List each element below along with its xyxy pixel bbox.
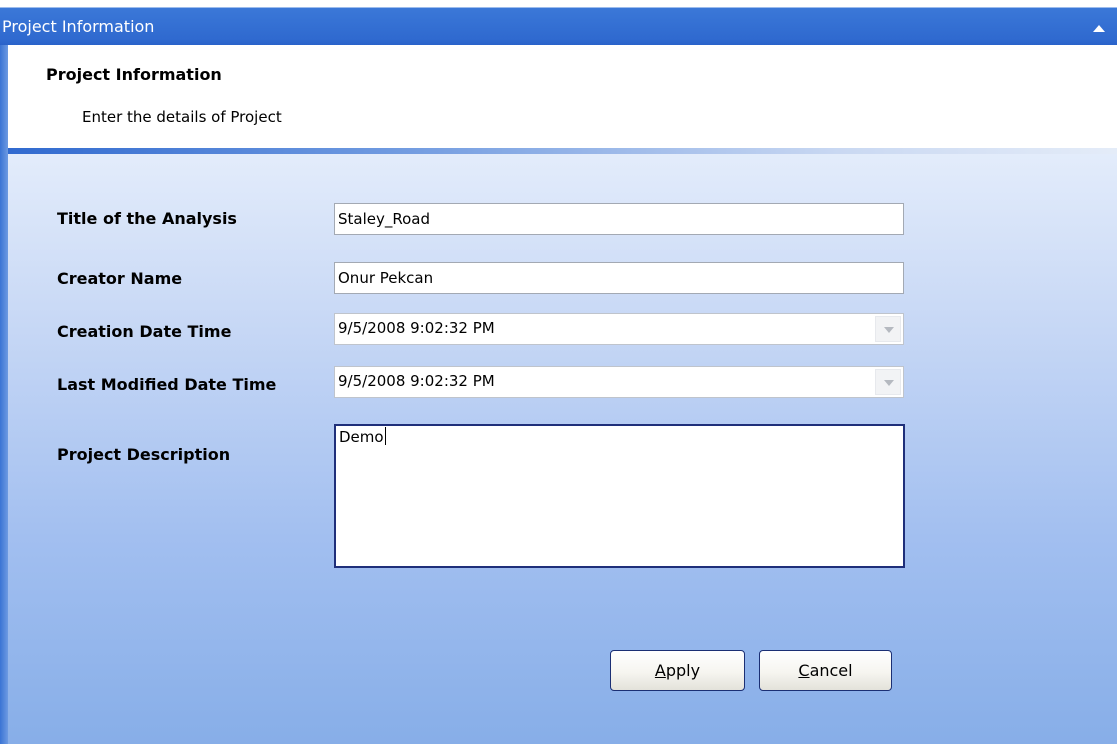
header-title: Project Information — [46, 65, 222, 84]
project-description-textarea[interactable]: Demo — [334, 424, 905, 568]
chevron-down-icon — [884, 327, 894, 333]
creation-date-time-label: Creation Date Time — [57, 322, 232, 341]
apply-button[interactable]: Apply — [610, 650, 745, 691]
last-modified-date-time-dropdown[interactable]: 9/5/2008 9:02:32 PM — [334, 366, 904, 398]
creation-date-dropdown-button[interactable] — [875, 316, 901, 342]
last-modified-date-time-value: 9/5/2008 9:02:32 PM — [338, 372, 495, 390]
apply-label: pply — [665, 661, 701, 680]
cancel-label: ancel — [809, 661, 853, 680]
cancel-button[interactable]: Cancel — [759, 650, 892, 691]
project-description-label: Project Description — [57, 445, 231, 464]
creation-date-time-dropdown[interactable]: 9/5/2008 9:02:32 PM — [334, 313, 904, 345]
apply-mnemonic: A — [654, 661, 666, 680]
window-title: Project Information — [2, 17, 155, 36]
creator-name-label: Creator Name — [57, 269, 183, 288]
chevron-down-icon — [884, 380, 894, 386]
panel-left-edge — [0, 45, 8, 744]
header-subtitle: Enter the details of Project — [82, 108, 282, 126]
title-of-analysis-label: Title of the Analysis — [57, 209, 237, 228]
header-panel: Project Information Enter the details of… — [0, 45, 1117, 148]
cancel-mnemonic: C — [798, 661, 810, 680]
title-of-analysis-input[interactable] — [334, 203, 904, 235]
creation-date-time-value: 9/5/2008 9:02:32 PM — [338, 319, 495, 337]
project-description-text: Demo — [339, 428, 384, 446]
last-modified-date-time-label: Last Modified Date Time — [57, 375, 277, 394]
creator-name-input[interactable] — [334, 262, 904, 294]
text-caret — [384, 427, 386, 445]
last-modified-date-dropdown-button[interactable] — [875, 369, 901, 395]
chevron-up-icon[interactable] — [1093, 25, 1105, 32]
title-bar: Project Information — [0, 0, 1117, 45]
